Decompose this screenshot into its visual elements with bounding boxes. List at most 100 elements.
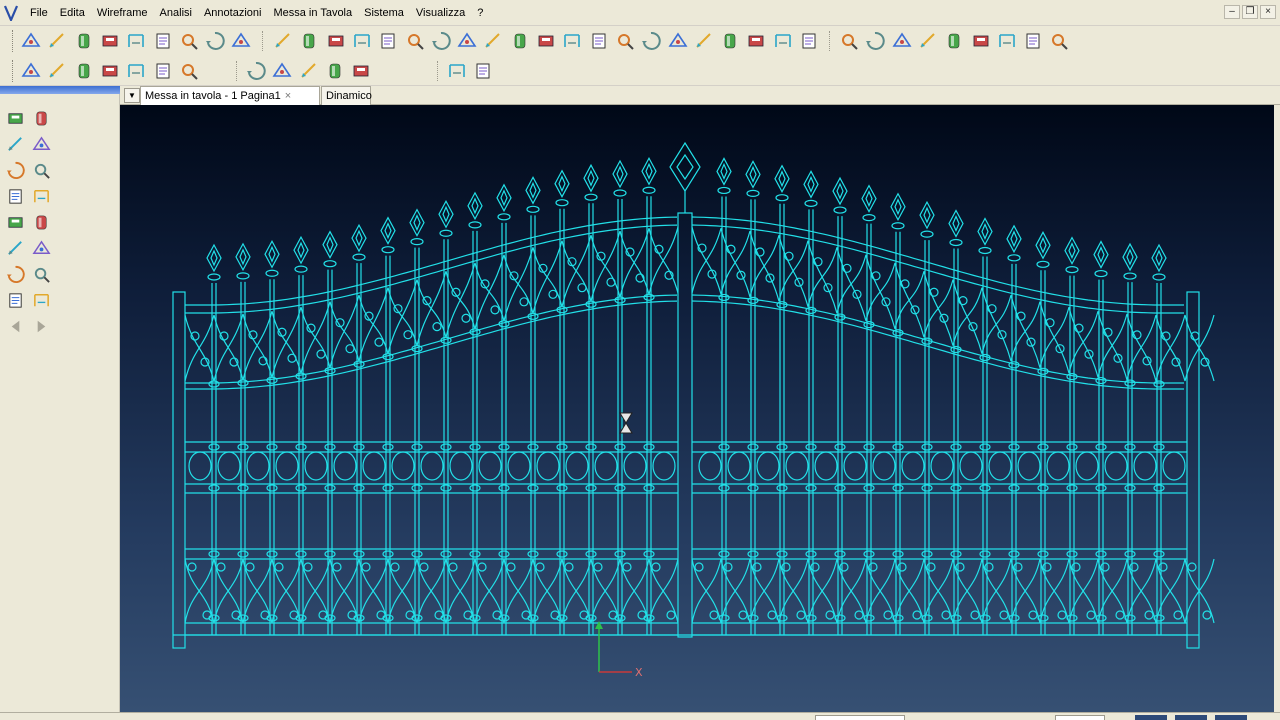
view-icon[interactable] bbox=[4, 107, 26, 129]
gear-icon[interactable] bbox=[719, 30, 741, 52]
refresh-icon[interactable] bbox=[917, 30, 939, 52]
pin-icon[interactable] bbox=[1048, 30, 1070, 52]
detail-icon[interactable] bbox=[4, 159, 26, 181]
menu-messa-in-tavola[interactable]: Messa in Tavola bbox=[267, 0, 358, 26]
new-icon[interactable] bbox=[20, 30, 42, 52]
folder-icon[interactable] bbox=[30, 289, 52, 311]
note-icon[interactable] bbox=[30, 159, 52, 181]
minimize-icon[interactable]: – bbox=[1224, 5, 1240, 19]
align-icon[interactable] bbox=[1022, 30, 1044, 52]
gear-arrow-icon[interactable] bbox=[745, 30, 767, 52]
arrow-right-icon[interactable] bbox=[891, 30, 913, 52]
tree-icon[interactable] bbox=[4, 289, 26, 311]
annotation-icon[interactable] bbox=[509, 30, 531, 52]
tool-g-icon[interactable] bbox=[178, 60, 200, 82]
pencil-box-icon[interactable] bbox=[693, 30, 715, 52]
open-icon[interactable] bbox=[46, 30, 68, 52]
swap-icon[interactable] bbox=[30, 237, 52, 259]
gate-finial-base bbox=[1094, 269, 1108, 278]
fork-icon[interactable] bbox=[614, 30, 636, 52]
gate-finial bbox=[977, 217, 993, 246]
gate-collar bbox=[1153, 380, 1165, 388]
tab-messa-in-tavola[interactable]: Messa in tavola - 1 Pagina1 × bbox=[140, 86, 320, 105]
baseline-icon[interactable] bbox=[351, 30, 373, 52]
question-icon[interactable] bbox=[30, 211, 52, 233]
tool-f-icon[interactable] bbox=[152, 60, 174, 82]
gate-collar bbox=[747, 550, 759, 558]
menu-help[interactable]: ? bbox=[471, 0, 489, 26]
forward-arrow-icon[interactable] bbox=[30, 315, 52, 337]
print-preview-icon[interactable] bbox=[178, 30, 200, 52]
redo-icon[interactable] bbox=[472, 60, 494, 82]
column-icon[interactable] bbox=[271, 60, 293, 82]
gate-scroll-curl bbox=[245, 562, 255, 572]
people-icon[interactable] bbox=[4, 263, 26, 285]
menu-analisi[interactable]: Analisi bbox=[154, 0, 198, 26]
document-edit-icon[interactable] bbox=[772, 30, 794, 52]
barrel-icon[interactable] bbox=[298, 60, 320, 82]
check-icon[interactable] bbox=[30, 185, 52, 207]
menu-annotazioni[interactable]: Annotazioni bbox=[198, 0, 268, 26]
cylinder-icon[interactable] bbox=[245, 60, 267, 82]
line-icon[interactable] bbox=[272, 30, 294, 52]
abc-icon[interactable] bbox=[535, 30, 557, 52]
undo-icon[interactable] bbox=[446, 60, 468, 82]
list-alt-icon[interactable] bbox=[404, 30, 426, 52]
trim-icon[interactable] bbox=[970, 30, 992, 52]
triangle-icon[interactable] bbox=[298, 30, 320, 52]
zoom-icon[interactable] bbox=[204, 30, 226, 52]
dimension-icon[interactable] bbox=[325, 30, 347, 52]
gate-scroll-curl bbox=[694, 562, 704, 572]
menu-wireframe[interactable]: Wireframe bbox=[91, 0, 154, 26]
crosshair-icon[interactable] bbox=[667, 30, 689, 52]
stamp-icon[interactable] bbox=[561, 30, 583, 52]
vertical-scrollbar[interactable] bbox=[1274, 105, 1280, 712]
gate-finial bbox=[807, 175, 815, 193]
dimension-tool-icon[interactable] bbox=[30, 263, 52, 285]
menu-sistema[interactable]: Sistema bbox=[358, 0, 410, 26]
grid-icon[interactable] bbox=[324, 60, 346, 82]
print-icon[interactable] bbox=[152, 30, 174, 52]
list-icon[interactable] bbox=[377, 30, 399, 52]
tool-a-icon[interactable] bbox=[20, 60, 42, 82]
magnify-icon[interactable] bbox=[798, 30, 820, 52]
tab-close-icon[interactable]: × bbox=[285, 87, 291, 105]
toolbar-grip[interactable] bbox=[12, 30, 15, 52]
scissors-icon[interactable] bbox=[943, 30, 965, 52]
tool-b-icon[interactable] bbox=[46, 60, 68, 82]
menu-visualizza[interactable]: Visualizza bbox=[410, 0, 471, 26]
tool-c-icon[interactable] bbox=[73, 60, 95, 82]
back-arrow-icon[interactable] bbox=[4, 315, 26, 337]
gate-collar bbox=[208, 550, 220, 558]
save-icon[interactable] bbox=[99, 30, 121, 52]
search-icon[interactable] bbox=[640, 30, 662, 52]
copy-icon[interactable] bbox=[430, 30, 452, 52]
bucket-icon[interactable] bbox=[838, 30, 860, 52]
menu-edita[interactable]: Edita bbox=[54, 0, 91, 26]
cut-icon[interactable] bbox=[30, 107, 52, 129]
tool-d-icon[interactable] bbox=[99, 60, 121, 82]
edit-icon[interactable] bbox=[482, 30, 504, 52]
tab-dropdown-chevron-icon[interactable]: ▼ bbox=[124, 88, 140, 103]
save-all-icon[interactable] bbox=[125, 30, 147, 52]
palette-icon[interactable] bbox=[4, 185, 26, 207]
drawing-viewport[interactable]: X bbox=[120, 105, 1274, 712]
pattern-icon[interactable] bbox=[350, 60, 372, 82]
angle-icon[interactable] bbox=[588, 30, 610, 52]
rotate-icon[interactable] bbox=[4, 211, 26, 233]
shapes-icon[interactable] bbox=[864, 30, 886, 52]
close-icon[interactable]: × bbox=[1260, 5, 1276, 19]
edit-tool-icon[interactable] bbox=[30, 133, 52, 155]
frame-icon[interactable] bbox=[456, 30, 478, 52]
extend-icon[interactable] bbox=[996, 30, 1018, 52]
tab-dinamico[interactable]: Dinamico bbox=[321, 86, 372, 105]
frame-tool-icon[interactable] bbox=[4, 133, 26, 155]
window-icon[interactable] bbox=[230, 30, 252, 52]
gate-scroll-curl bbox=[564, 562, 574, 572]
open-folder-icon[interactable] bbox=[73, 30, 95, 52]
toolbar-grip[interactable] bbox=[12, 60, 15, 82]
restore-icon[interactable]: ❐ bbox=[1242, 5, 1258, 19]
menu-file[interactable]: File bbox=[24, 0, 54, 26]
tool-e-icon[interactable] bbox=[125, 60, 147, 82]
bucket-tool-icon[interactable] bbox=[4, 237, 26, 259]
